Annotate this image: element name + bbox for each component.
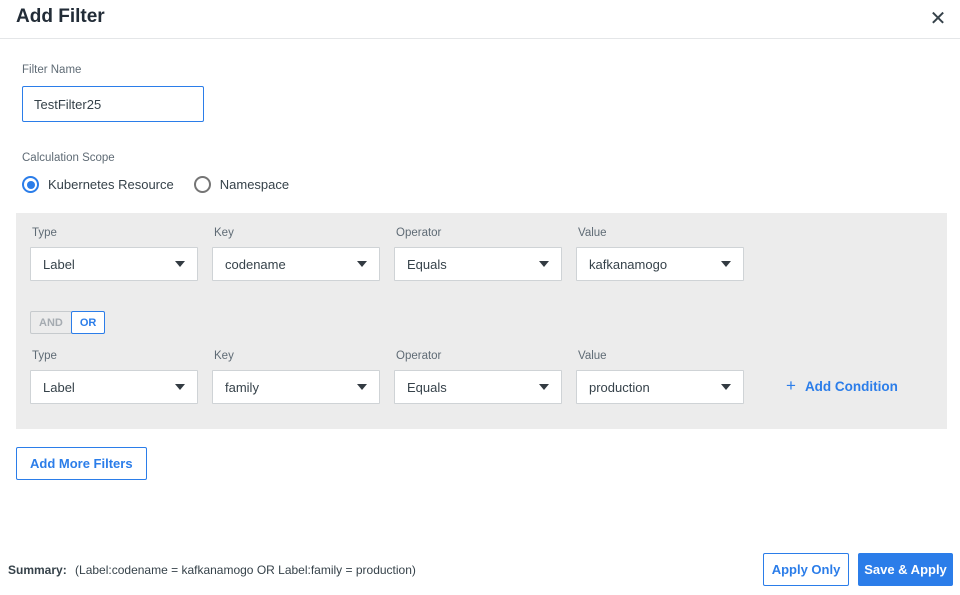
condition-field-key: Key codename (212, 227, 380, 281)
condition-field-key: Key family (212, 350, 380, 404)
add-filter-dialog: Add Filter ✕ Filter Name Calculation Sco… (0, 0, 960, 595)
summary-text: (Label:codename = kafkanamogo OR Label:f… (75, 563, 416, 577)
condition-field-type: Type Label (30, 227, 198, 281)
dialog-title: Add Filter (16, 6, 105, 27)
chevron-down-icon (357, 261, 367, 267)
summary: Summary: (Label:codename = kafkanamogo O… (8, 563, 416, 577)
value-dropdown[interactable]: kafkanamogo (576, 247, 744, 281)
value-label: Value (578, 350, 607, 362)
chevron-down-icon (539, 261, 549, 267)
condition-field-value: Value production (576, 350, 744, 404)
toggle-and-button[interactable]: AND (30, 311, 72, 334)
close-icon[interactable]: ✕ (924, 4, 952, 32)
condition-field-operator: Operator Equals (394, 350, 562, 404)
operator-dropdown-value: Equals (407, 379, 447, 395)
key-dropdown[interactable]: codename (212, 247, 380, 281)
condition-field-type: Type Label (30, 350, 198, 404)
key-dropdown-value: codename (225, 256, 286, 272)
calculation-scope-radio-group: Kubernetes Resource Namespace (22, 176, 309, 193)
value-label: Value (578, 227, 607, 239)
radio-option-namespace[interactable]: Namespace (193, 176, 290, 193)
chevron-down-icon (175, 384, 185, 390)
radio-unselected-icon[interactable] (193, 176, 211, 193)
operator-dropdown[interactable]: Equals (394, 370, 562, 404)
radio-option-kubernetes-resource[interactable]: Kubernetes Resource (22, 176, 174, 193)
value-dropdown[interactable]: production (576, 370, 744, 404)
calculation-scope-label: Calculation Scope (22, 152, 115, 164)
toggle-or-button[interactable]: OR (70, 311, 106, 334)
type-dropdown[interactable]: Label (30, 370, 198, 404)
condition-field-operator: Operator Equals (394, 227, 562, 281)
header-divider (0, 38, 960, 39)
add-more-filters-button[interactable]: Add More Filters (16, 447, 147, 480)
radio-selected-icon[interactable] (22, 176, 39, 193)
condition-field-value: Value kafkanamogo (576, 227, 744, 281)
type-dropdown-value: Label (43, 379, 75, 395)
type-dropdown-value: Label (43, 256, 75, 272)
operator-dropdown[interactable]: Equals (394, 247, 562, 281)
type-label: Type (32, 227, 57, 239)
save-and-apply-button[interactable]: Save & Apply (858, 553, 953, 586)
type-dropdown[interactable]: Label (30, 247, 198, 281)
apply-only-button[interactable]: Apply Only (763, 553, 849, 586)
chevron-down-icon (175, 261, 185, 267)
condition-row-2: Type Label Key family Operator Equals Va… (30, 350, 933, 404)
filter-name-label: Filter Name (22, 64, 82, 76)
chevron-down-icon (721, 384, 731, 390)
chevron-down-icon (721, 261, 731, 267)
condition-row-1: Type Label Key codename Operator Equals (30, 227, 933, 281)
key-dropdown-value: family (225, 379, 259, 395)
add-condition-label: Add Condition (804, 378, 898, 394)
conditions-panel: Type Label Key codename Operator Equals (16, 213, 947, 429)
add-condition-link[interactable]: + Add Condition (786, 376, 898, 396)
value-dropdown-value: kafkanamogo (589, 256, 668, 272)
operator-label: Operator (396, 350, 442, 362)
radio-option-label: Namespace (219, 177, 290, 192)
operator-label: Operator (396, 227, 442, 239)
key-dropdown[interactable]: family (212, 370, 380, 404)
filter-name-input[interactable] (22, 86, 204, 122)
plus-icon: + (786, 376, 796, 395)
key-label: Key (214, 350, 234, 362)
summary-label: Summary: (8, 563, 67, 577)
radio-option-label: Kubernetes Resource (48, 177, 174, 192)
chevron-down-icon (539, 384, 549, 390)
key-label: Key (214, 227, 234, 239)
operator-dropdown-value: Equals (407, 256, 447, 272)
value-dropdown-value: production (589, 379, 650, 395)
type-label: Type (32, 350, 57, 362)
chevron-down-icon (357, 384, 367, 390)
logic-toggle: AND OR (30, 311, 933, 334)
